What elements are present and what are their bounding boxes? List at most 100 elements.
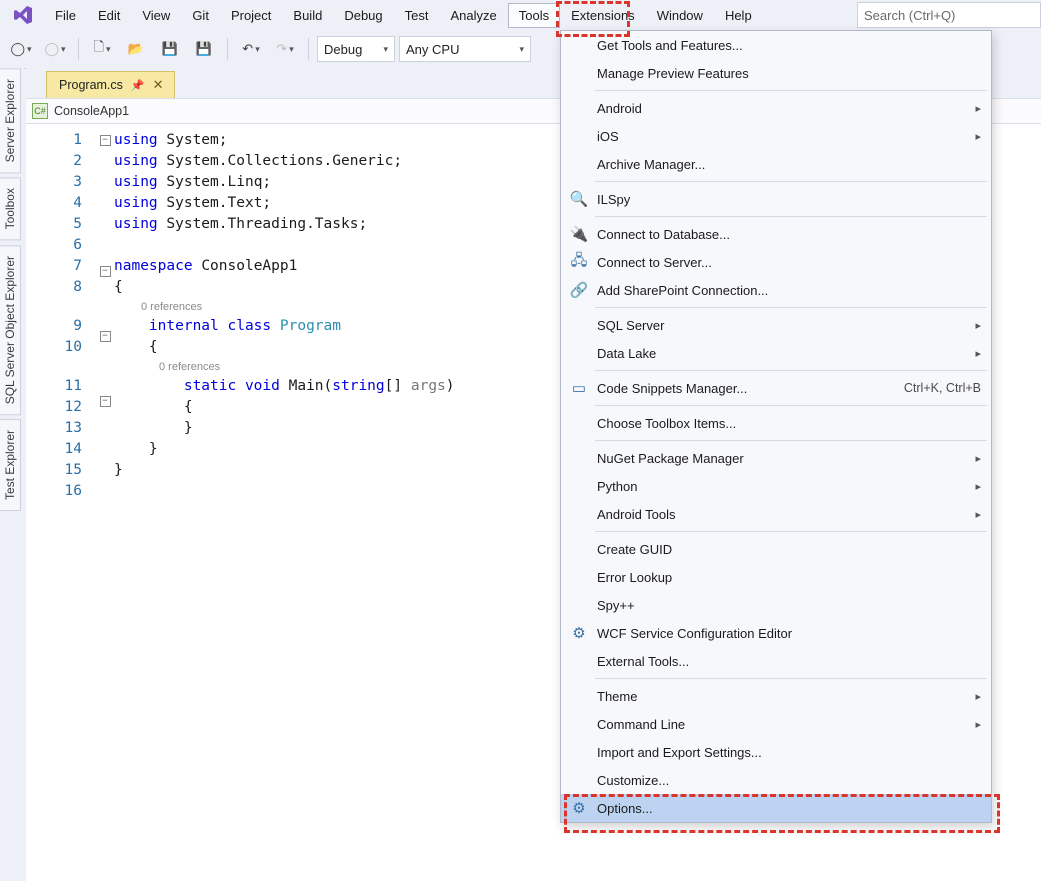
menu-item-project[interactable]: Project: [220, 3, 282, 28]
circle-fwd-icon: ◯: [44, 41, 59, 57]
menu-item-label: Choose Toolbox Items...: [591, 416, 981, 431]
fold-toggle[interactable]: −: [100, 331, 111, 342]
open-folder-icon: 📂: [128, 41, 144, 57]
menu-item-label: Data Lake: [591, 346, 975, 361]
config-combo[interactable]: Debug▾: [317, 36, 395, 62]
menu-item-choose-toolbox-items[interactable]: Choose Toolbox Items...: [561, 409, 991, 437]
line-number: 9: [26, 316, 82, 337]
menu-item-manage-preview-features[interactable]: Manage Preview Features: [561, 59, 991, 87]
menu-item-ios[interactable]: iOS▸: [561, 122, 991, 150]
fold-toggle[interactable]: −: [100, 135, 111, 146]
chevron-down-icon: ▾: [61, 44, 66, 55]
menu-item-external-tools[interactable]: External Tools...: [561, 647, 991, 675]
menu-item-customize[interactable]: Customize...: [561, 766, 991, 794]
menu-item-data-lake[interactable]: Data Lake▸: [561, 339, 991, 367]
connect-icon: 🔌: [567, 225, 591, 243]
menu-item-code-snippets-manager[interactable]: ▭Code Snippets Manager...Ctrl+K, Ctrl+B: [561, 374, 991, 402]
menu-item-edit[interactable]: Edit: [87, 3, 131, 28]
submenu-arrow-icon: ▸: [975, 102, 981, 115]
menu-item-help[interactable]: Help: [714, 3, 763, 28]
menu-item-label: Create GUID: [591, 542, 981, 557]
close-icon[interactable]: ✕: [153, 77, 164, 93]
menu-item-nuget-package-manager[interactable]: NuGet Package Manager▸: [561, 444, 991, 472]
menu-item-analyze[interactable]: Analyze: [439, 3, 507, 28]
fold-gutter[interactable]: − − − −: [96, 124, 114, 522]
menu-item-extensions[interactable]: Extensions: [560, 3, 646, 28]
menu-separator: [595, 531, 987, 532]
menu-item-window[interactable]: Window: [646, 3, 714, 28]
redo-button[interactable]: ↷▾: [270, 35, 300, 63]
submenu-arrow-icon: ▸: [975, 690, 981, 703]
submenu-arrow-icon: ▸: [975, 452, 981, 465]
csharp-project-icon: C#: [32, 103, 48, 119]
menu-item-git[interactable]: Git: [181, 3, 220, 28]
submenu-arrow-icon: ▸: [975, 508, 981, 521]
rail-tab-toolbox[interactable]: Toolbox: [0, 177, 21, 240]
menu-item-view[interactable]: View: [131, 3, 181, 28]
menu-item-command-line[interactable]: Command Line▸: [561, 710, 991, 738]
vs-logo: [10, 3, 34, 27]
nav-fwd-button[interactable]: ◯▾: [40, 35, 70, 63]
menu-item-import-and-export-settings[interactable]: Import and Export Settings...: [561, 738, 991, 766]
menu-item-options[interactable]: ⚙Options...: [561, 794, 991, 822]
menu-item-file[interactable]: File: [44, 3, 87, 28]
menu-item-sql-server[interactable]: SQL Server▸: [561, 311, 991, 339]
line-number: 2: [26, 151, 82, 172]
menu-item-wcf-service-configuration-editor[interactable]: ⚙WCF Service Configuration Editor: [561, 619, 991, 647]
options...-icon: ⚙: [567, 799, 591, 817]
tab-title: Program.cs: [59, 78, 123, 92]
fold-toggle[interactable]: −: [100, 266, 111, 277]
undo-button[interactable]: ↶▾: [236, 35, 266, 63]
rail-tab-server-explorer[interactable]: Server Explorer: [0, 68, 21, 173]
doc-tab-program[interactable]: Program.cs 📌 ✕: [46, 71, 175, 98]
ilspy-icon: 🔍: [567, 190, 591, 208]
save-all-icon: 💾: [196, 41, 212, 57]
chevron-down-icon: ▾: [373, 44, 388, 55]
menu-item-get-tools-and-features[interactable]: Get Tools and Features...: [561, 31, 991, 59]
menu-item-label: Connect to Database...: [591, 227, 981, 242]
menu-item-build[interactable]: Build: [282, 3, 333, 28]
menu-item-label: Customize...: [591, 773, 981, 788]
code-icon: ▭: [567, 379, 591, 397]
menu-item-android[interactable]: Android▸: [561, 94, 991, 122]
menu-item-label: Options...: [591, 801, 981, 816]
menu-item-tools[interactable]: Tools: [508, 3, 560, 28]
rail-tab-test-explorer[interactable]: Test Explorer: [0, 419, 21, 511]
menu-item-connect-to-database[interactable]: 🔌Connect to Database...: [561, 220, 991, 248]
menu-item-add-sharepoint-connection[interactable]: 🔗Add SharePoint Connection...: [561, 276, 991, 304]
rail-tab-sql-server-object-explorer[interactable]: SQL Server Object Explorer: [0, 245, 21, 415]
menu-item-python[interactable]: Python▸: [561, 472, 991, 500]
menu-item-label: Error Lookup: [591, 570, 981, 585]
menu-item-create-guid[interactable]: Create GUID: [561, 535, 991, 563]
tools-menu-dropdown[interactable]: Get Tools and Features...Manage Preview …: [560, 30, 992, 823]
menu-item-error-lookup[interactable]: Error Lookup: [561, 563, 991, 591]
menu-item-theme[interactable]: Theme▸: [561, 682, 991, 710]
shortcut-text: Ctrl+K, Ctrl+B: [904, 381, 981, 395]
menu-item-android-tools[interactable]: Android Tools▸: [561, 500, 991, 528]
menu-item-connect-to-server[interactable]: 🖧Connect to Server...: [561, 248, 991, 276]
menu-item-spy[interactable]: Spy++: [561, 591, 991, 619]
menu-item-ilspy[interactable]: 🔍ILSpy: [561, 185, 991, 213]
platform-combo[interactable]: Any CPU▾: [399, 36, 531, 62]
nav-back-button[interactable]: ◯▾: [6, 35, 36, 63]
add-icon: 🔗: [567, 281, 591, 299]
circle-back-icon: ◯: [10, 41, 25, 57]
save-button[interactable]: 💾: [155, 35, 185, 63]
new-item-button[interactable]: 🗋▾: [87, 35, 117, 63]
line-number: 12: [26, 397, 82, 418]
platform-combo-value: Any CPU: [406, 42, 459, 57]
wcf-icon: ⚙: [567, 624, 591, 642]
fold-toggle[interactable]: −: [100, 396, 111, 407]
open-button[interactable]: 📂: [121, 35, 151, 63]
save-all-button[interactable]: 💾: [189, 35, 219, 63]
search-input[interactable]: Search (Ctrl+Q): [857, 2, 1041, 28]
pin-icon[interactable]: 📌: [131, 79, 145, 92]
menu-item-debug[interactable]: Debug: [333, 3, 393, 28]
line-number: 3: [26, 172, 82, 193]
chevron-down-icon: ▾: [289, 44, 294, 55]
menu-item-test[interactable]: Test: [394, 3, 440, 28]
menu-item-archive-manager[interactable]: Archive Manager...: [561, 150, 991, 178]
breadcrumb-text: ConsoleApp1: [54, 104, 129, 118]
app-root: { "menubar": { "items": ["File","Edit","…: [0, 0, 1041, 881]
menu-item-label: Archive Manager...: [591, 157, 981, 172]
